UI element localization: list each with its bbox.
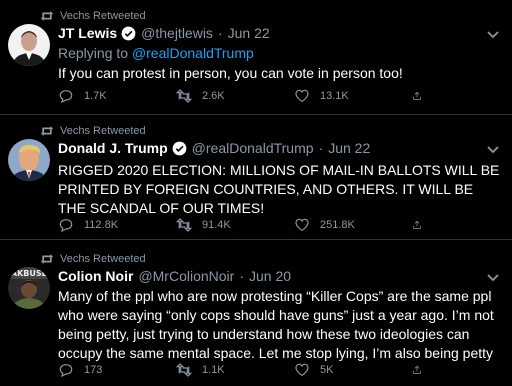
verified-badge-icon: [172, 141, 187, 155]
tweet-jt-lewis[interactable]: Vechs Retweeted JT Lewis @thejtlewis · J…: [0, 0, 512, 115]
like-button[interactable]: 13.1K: [294, 88, 412, 104]
avatar[interactable]: [8, 139, 50, 181]
reply-count: 173: [84, 364, 103, 376]
tweet-colion-noir[interactable]: Vechs Retweeted AKBUSE Colion Noir @MrCo…: [0, 240, 512, 386]
reply-count: 1.7K: [84, 90, 107, 102]
reply-icon: [59, 219, 73, 233]
tweet-donald-trump[interactable]: Vechs Retweeted Donald J. Trump @realDon…: [0, 115, 512, 240]
author-handle[interactable]: @realDonaldTrump: [192, 140, 314, 156]
retweet-icon: [176, 363, 192, 377]
retweet-indicator: Vechs Retweeted: [40, 10, 146, 22]
retweeted-by-label[interactable]: Vechs Retweeted: [60, 10, 146, 22]
chevron-down-icon[interactable]: [486, 145, 500, 155]
author-name[interactable]: Colion Noir: [58, 268, 133, 284]
like-button[interactable]: 5K: [294, 362, 412, 378]
chevron-down-icon[interactable]: [486, 273, 500, 283]
retweet-button[interactable]: 91.4K: [176, 217, 294, 233]
tweet-actions: 1.7K 2.6K 13.1K: [58, 88, 458, 104]
tweet-actions: 112.8K 91.4K 251.8K: [58, 217, 458, 233]
tweet-text: Many of the ppl who are now protesting “…: [58, 288, 494, 361]
share-button[interactable]: [412, 88, 432, 104]
author-name[interactable]: JT Lewis: [58, 25, 117, 41]
share-icon: [413, 365, 421, 374]
replying-to-mention[interactable]: @realDonaldTrump: [132, 45, 254, 61]
verified-badge-icon: [121, 26, 136, 40]
retweet-button[interactable]: 1.1K: [176, 362, 294, 378]
avatar-text: AKBUSE: [11, 269, 47, 278]
tweet-text: If you can protest in person, you can vo…: [58, 65, 403, 81]
reply-icon: [59, 90, 73, 104]
heart-icon: [295, 218, 309, 232]
retweet-icon: [176, 218, 192, 232]
like-count: 251.8K: [320, 219, 355, 231]
retweeted-by-label[interactable]: Vechs Retweeted: [60, 253, 146, 265]
tweet-header: JT Lewis @thejtlewis · Jun 22: [58, 25, 270, 41]
avatar[interactable]: AKBUSE: [8, 267, 50, 309]
retweet-icon: [176, 89, 192, 103]
retweet-count: 91.4K: [202, 219, 231, 231]
like-count: 13.1K: [320, 90, 349, 102]
replying-to-label: Replying to: [58, 45, 129, 61]
tweet-header: Colion Noir @MrColionNoir · Jun 20: [58, 268, 291, 284]
retweet-indicator: Vechs Retweeted: [40, 125, 146, 137]
replying-to-line: Replying to @realDonaldTrump: [58, 45, 254, 61]
retweet-icon: [40, 11, 54, 21]
separator-dot: ·: [217, 25, 223, 41]
author-handle[interactable]: @thejtlewis: [141, 25, 213, 41]
tweet-date[interactable]: Jun 22: [228, 25, 270, 41]
retweet-icon: [40, 126, 54, 136]
heart-icon: [295, 363, 309, 377]
reply-button[interactable]: 173: [58, 362, 176, 378]
retweet-button[interactable]: 2.6K: [176, 88, 294, 104]
tweet-header: Donald J. Trump @realDonaldTrump · Jun 2…: [58, 140, 370, 156]
separator-dot: ·: [239, 268, 245, 284]
author-handle[interactable]: @MrColionNoir: [138, 268, 234, 284]
avatar[interactable]: [8, 24, 50, 66]
like-button[interactable]: 251.8K: [294, 217, 412, 233]
chevron-down-icon[interactable]: [486, 30, 500, 40]
author-name[interactable]: Donald J. Trump: [58, 140, 168, 156]
retweet-count: 2.6K: [202, 90, 225, 102]
share-icon: [413, 220, 421, 229]
reply-button[interactable]: 1.7K: [58, 88, 176, 104]
tweet-actions: 173 1.1K 5K: [58, 362, 458, 378]
separator-dot: ·: [318, 140, 324, 156]
reply-icon: [59, 364, 73, 378]
tweet-date[interactable]: Jun 22: [328, 140, 370, 156]
retweet-icon: [40, 254, 54, 264]
heart-icon: [295, 89, 309, 103]
tweet-text: RIGGED 2020 ELECTION: MILLIONS OF MAIL-I…: [58, 162, 500, 216]
share-icon: [413, 91, 421, 100]
retweeted-by-label[interactable]: Vechs Retweeted: [60, 125, 146, 137]
retweet-indicator: Vechs Retweeted: [40, 253, 146, 265]
share-button[interactable]: [412, 217, 432, 233]
tweet-date[interactable]: Jun 20: [249, 268, 291, 284]
retweet-count: 1.1K: [202, 364, 225, 376]
reply-count: 112.8K: [84, 219, 119, 231]
share-button[interactable]: [412, 362, 432, 378]
like-count: 5K: [320, 364, 334, 376]
reply-button[interactable]: 112.8K: [58, 217, 176, 233]
